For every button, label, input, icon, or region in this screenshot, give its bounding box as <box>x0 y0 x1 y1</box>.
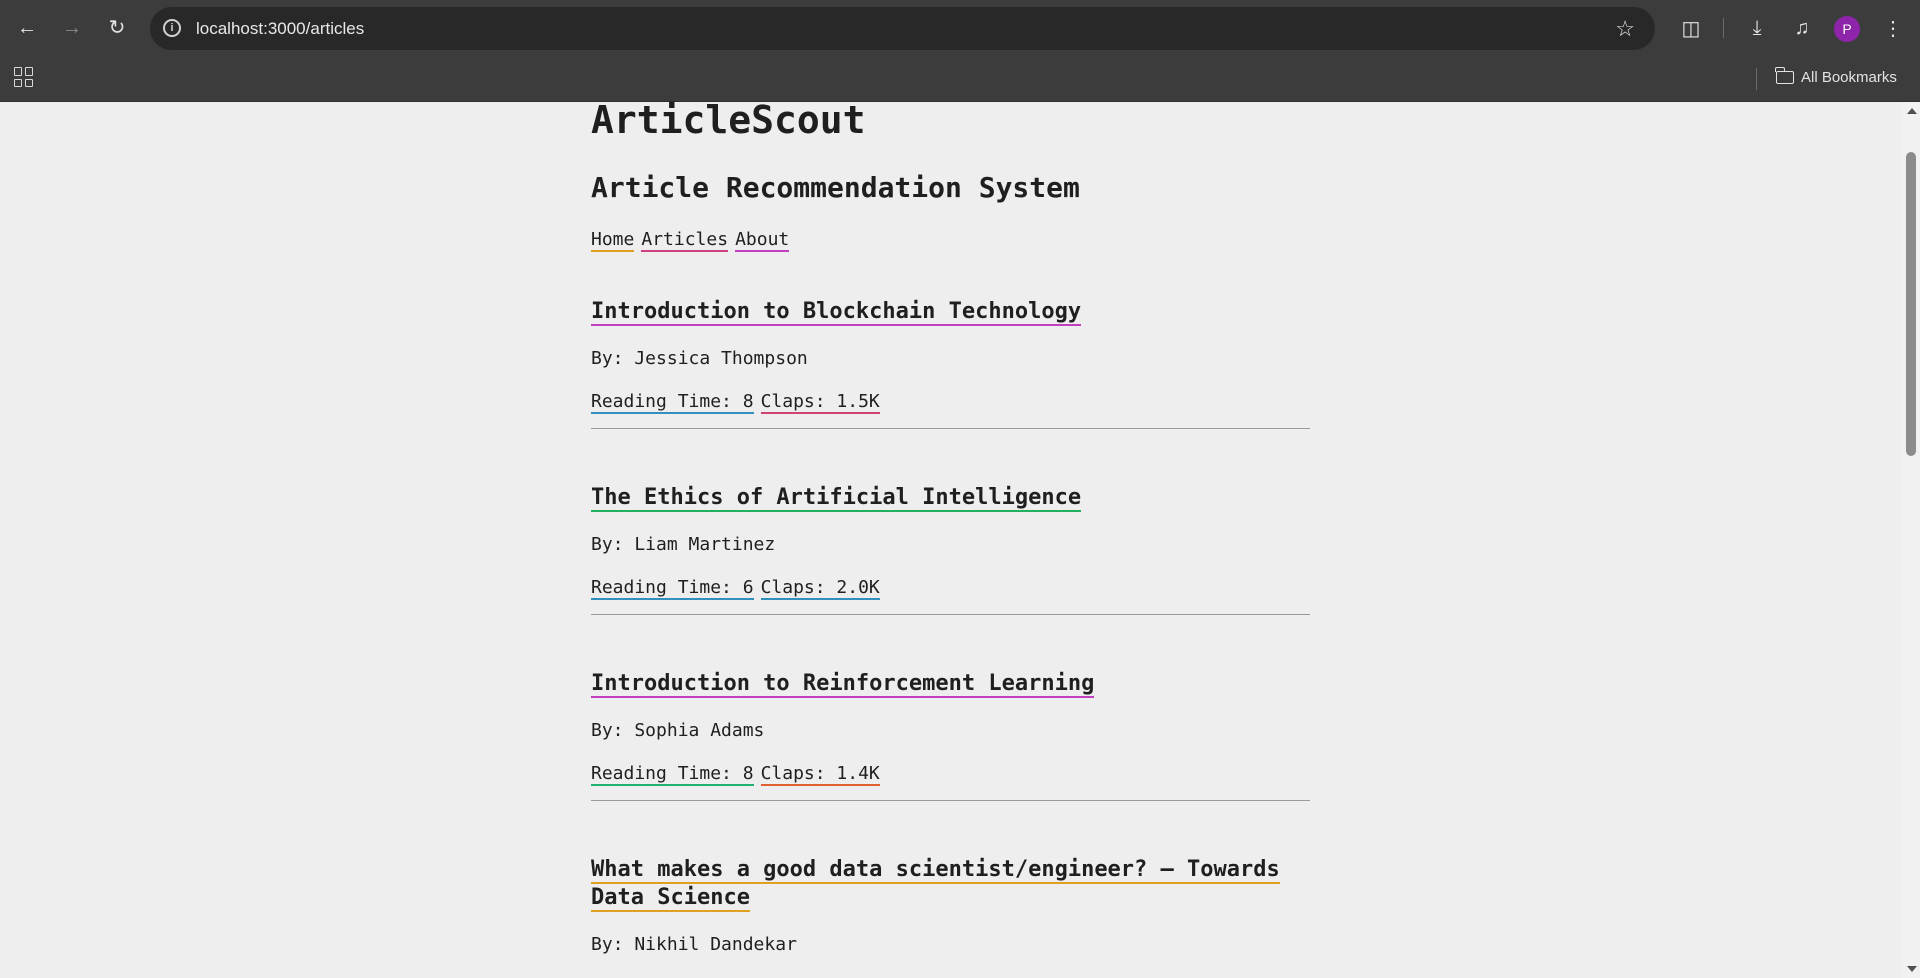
article-title-link[interactable]: The Ethics of Artificial Intelligence <box>591 485 1082 512</box>
article-meta: Reading Time: 8 Claps: 1.5K <box>591 391 887 414</box>
article-title-text: What makes a good data scientist/enginee… <box>591 857 1280 912</box>
article-title-text: The Ethics of Artificial Intelligence <box>591 485 1082 512</box>
folder-icon <box>1775 67 1794 84</box>
article-meta: Reading Time: 8 Claps: 1.4K <box>591 763 887 786</box>
nav-link-about[interactable]: About <box>735 229 790 252</box>
article-title-text: Introduction to Reinforcement Learning <box>591 671 1095 698</box>
scroll-down-icon[interactable] <box>1907 966 1917 972</box>
all-bookmarks-label: All Bookmarks <box>1801 69 1897 86</box>
article-title-text: Introduction to Blockchain Technology <box>591 299 1082 326</box>
url-text[interactable]: localhost:3000/articles <box>196 19 364 39</box>
toolbar-divider <box>1723 18 1724 38</box>
site-nav: Home Articles About <box>591 229 796 252</box>
all-bookmarks-button[interactable]: All Bookmarks <box>1775 67 1897 86</box>
reading-time-link[interactable]: Reading Time: 6 <box>591 577 754 600</box>
back-arrow-icon[interactable]: ← <box>13 14 41 42</box>
article-divider <box>591 614 1310 615</box>
bookmarks-bar: All Bookmarks <box>0 58 1920 102</box>
scroll-up-icon[interactable] <box>1907 108 1917 114</box>
nav-link-home[interactable]: Home <box>591 229 635 252</box>
forward-arrow-icon[interactable]: → <box>58 14 86 42</box>
claps-link[interactable]: Claps: 2.0K <box>760 577 880 600</box>
article-divider <box>591 800 1310 801</box>
reload-icon[interactable]: ↻ <box>103 14 131 42</box>
article-card: The Ethics of Artificial Intelligence By… <box>591 484 1311 615</box>
site-info-icon[interactable]: i <box>163 19 181 37</box>
claps-link[interactable]: Claps: 1.5K <box>760 391 880 414</box>
article-title-link[interactable]: Introduction to Blockchain Technology <box>591 299 1082 326</box>
scroll-thumb[interactable] <box>1906 152 1916 456</box>
article-meta: Reading Time: 6 Claps: 2.0K <box>591 577 887 600</box>
menu-kebab-icon[interactable]: ⋮ <box>1879 14 1907 42</box>
address-bar[interactable]: i localhost:3000/articles ☆ <box>150 7 1655 50</box>
article-author: By: Liam Martinez <box>591 534 776 555</box>
site-subtitle: Article Recommendation System <box>591 171 1080 204</box>
reading-time-link[interactable]: Reading Time: 8 <box>591 391 754 414</box>
download-icon[interactable]: ⤓ <box>1743 14 1771 42</box>
article-divider <box>591 428 1310 429</box>
article-card: Introduction to Reinforcement Learning B… <box>591 670 1311 801</box>
claps-link[interactable]: Claps: 1.4K <box>760 763 880 786</box>
media-playlist-icon[interactable]: ♫ <box>1788 14 1816 42</box>
extensions-icon[interactable]: ◫ <box>1677 14 1705 42</box>
article-author: By: Nikhil Dandekar <box>591 934 797 955</box>
article-card: Introduction to Blockchain Technology By… <box>591 298 1311 429</box>
site-title: ArticleScout <box>591 98 866 142</box>
bookmarks-divider <box>1756 68 1757 90</box>
article-author: By: Sophia Adams <box>591 720 765 741</box>
article-title-link[interactable]: Introduction to Reinforcement Learning <box>591 671 1095 698</box>
article-card: What makes a good data scientist/enginee… <box>591 856 1311 955</box>
reading-time-link[interactable]: Reading Time: 8 <box>591 763 754 786</box>
nav-link-articles[interactable]: Articles <box>641 229 729 252</box>
page-scrollbar[interactable] <box>1902 102 1920 978</box>
apps-grid-icon[interactable] <box>14 67 34 87</box>
browser-toolbar: ← → ↻ i localhost:3000/articles ☆ ◫ ⤓ ♫ … <box>0 0 1920 58</box>
bookmark-star-icon[interactable]: ☆ <box>1615 16 1635 42</box>
article-author: By: Jessica Thompson <box>591 348 808 369</box>
profile-avatar[interactable]: P <box>1834 16 1860 42</box>
article-title-link[interactable]: What makes a good data scientist/enginee… <box>591 857 1280 912</box>
